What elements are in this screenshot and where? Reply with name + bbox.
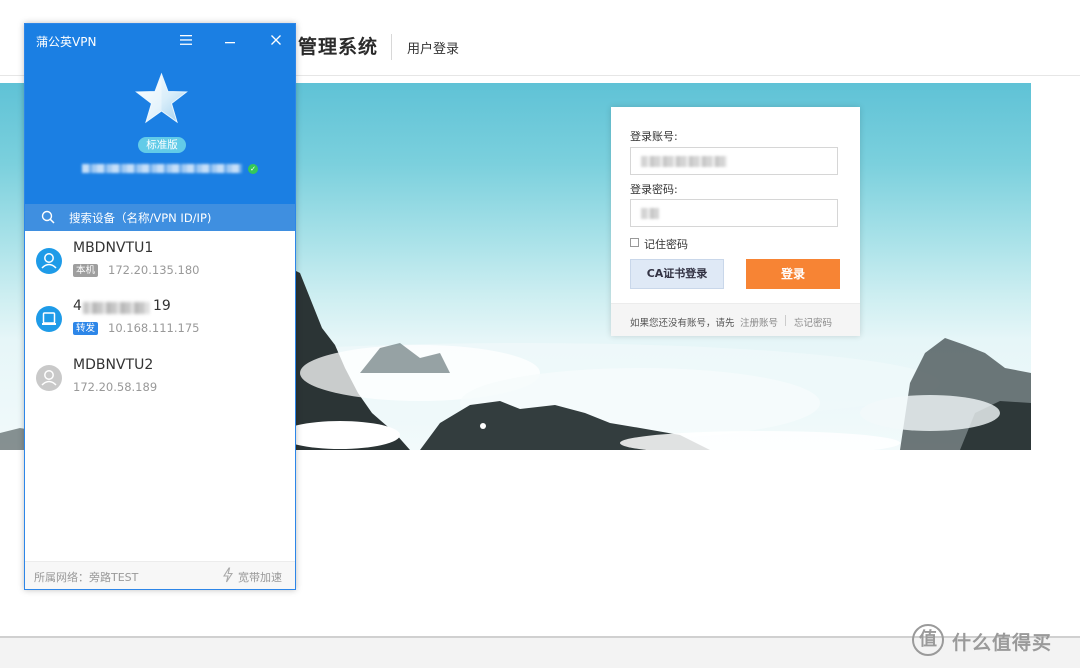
- desktop: 管理系统 用户登录 登录账号: 登录密码: 记住密码 CA证书登录 登录 如果您…: [0, 0, 1080, 668]
- vpn-footer: 所属网络：旁路TEST 宽带加速: [25, 561, 295, 589]
- remember-label: 记住密码: [644, 238, 688, 251]
- edition-badge: 标准版: [138, 137, 186, 153]
- login-button[interactable]: 登录: [746, 259, 840, 289]
- device-search-bar[interactable]: 搜索设备（名称/VPN ID/IP): [25, 204, 295, 231]
- header-divider: [391, 34, 392, 60]
- network-label: 所属网络：旁路TEST: [34, 571, 139, 584]
- search-icon: [41, 210, 55, 224]
- redacted-password: [641, 208, 659, 219]
- user-icon: [36, 365, 62, 391]
- register-link[interactable]: 注册账号: [740, 315, 778, 329]
- star-badge-icon: [134, 72, 189, 127]
- device-item[interactable]: MBDNVTU1 本机 172.20.135.180: [25, 239, 295, 297]
- minimize-icon[interactable]: [221, 32, 239, 50]
- password-input[interactable]: [630, 199, 838, 227]
- relay-tag: 转发: [73, 322, 99, 335]
- watermark: 值 什么值得买: [912, 624, 1080, 660]
- redacted-device-name: [83, 302, 149, 314]
- vpn-header: 蒲公英VPN 标准版 ✓: [25, 24, 295, 204]
- password-label: 登录密码:: [630, 183, 678, 196]
- vpn-window-title: 蒲公英VPN: [36, 35, 97, 49]
- broadband-accelerate-button[interactable]: 宽带加速: [238, 569, 282, 585]
- router-icon: [36, 306, 62, 332]
- device-ip: 172.20.135.180: [108, 263, 200, 277]
- device-ip: 172.20.58.189: [73, 380, 158, 394]
- ca-login-button[interactable]: CA证书登录: [630, 259, 724, 289]
- device-item[interactable]: MDBNVTU2 172.20.58.189: [25, 356, 295, 414]
- footer-prompt: 如果您还没有账号，请先: [630, 318, 735, 329]
- search-placeholder: 搜索设备（名称/VPN ID/IP): [69, 211, 212, 225]
- account-label: 登录账号:: [630, 130, 678, 143]
- device-name: MDBNVTU2: [73, 357, 154, 373]
- device-ip: 10.168.111.175: [108, 321, 200, 335]
- account-input[interactable]: [630, 147, 838, 175]
- connected-check-icon: ✓: [248, 164, 258, 174]
- watermark-text: 什么值得买: [952, 632, 1053, 654]
- login-footer: 如果您还没有账号，请先 注册账号 忘记密码: [611, 303, 860, 336]
- lightning-icon: [223, 567, 234, 583]
- user-login-link[interactable]: 用户登录: [407, 38, 459, 57]
- remember-checkbox[interactable]: [630, 238, 639, 247]
- device-item[interactable]: 4 19 转发 10.168.111.175: [25, 297, 295, 355]
- login-card: 登录账号: 登录密码: 记住密码 CA证书登录 登录 如果您还没有账号，请先 注…: [611, 107, 860, 336]
- watermark-logo-icon: 值: [912, 624, 944, 656]
- forgot-password-link[interactable]: 忘记密码: [794, 315, 832, 329]
- site-title: 管理系统: [298, 36, 379, 58]
- local-tag: 本机: [73, 264, 99, 277]
- user-icon: [36, 248, 62, 274]
- device-name-start: 4: [73, 298, 82, 314]
- menu-icon[interactable]: [177, 32, 195, 50]
- device-name: MBDNVTU1: [73, 240, 154, 256]
- redacted-account-id: [82, 164, 242, 173]
- redacted-account: [641, 156, 727, 167]
- footer-separator: [785, 315, 786, 326]
- vpn-window: 蒲公英VPN 标准版 ✓ 搜索设备（名称/VPN ID/IP) MBDNVTU1…: [24, 23, 296, 590]
- close-icon[interactable]: [267, 32, 285, 50]
- device-name-end: 19: [153, 298, 171, 314]
